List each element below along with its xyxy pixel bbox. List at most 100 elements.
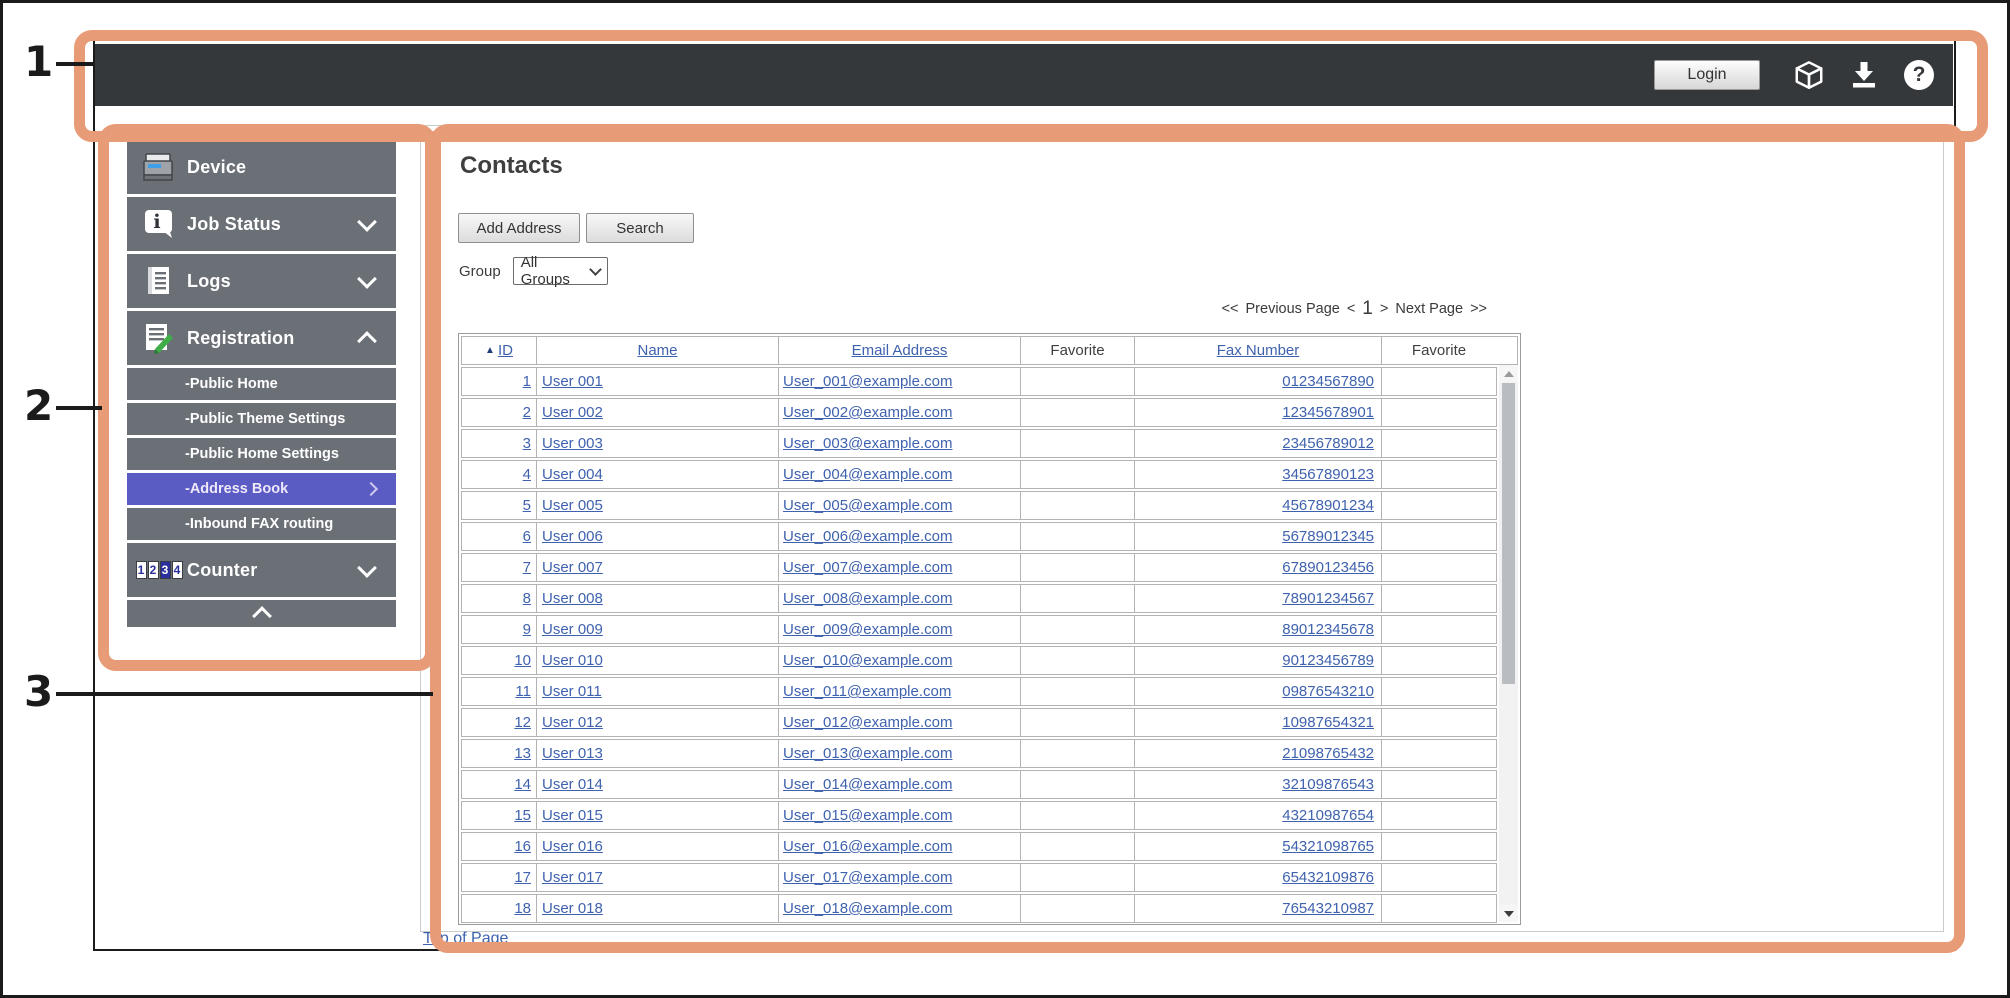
- sidebar-item-public-home-settings[interactable]: -Public Home Settings: [127, 438, 396, 470]
- fax-link[interactable]: 12345678901: [1282, 404, 1374, 421]
- download-icon[interactable]: [1848, 59, 1880, 91]
- login-button[interactable]: Login: [1654, 60, 1760, 90]
- fax-link[interactable]: 54321098765: [1282, 838, 1374, 855]
- sidebar-item-public-theme-settings[interactable]: -Public Theme Settings: [127, 403, 396, 435]
- prev-page-symbol[interactable]: <<: [1222, 301, 1239, 317]
- email-link[interactable]: User_002@example.com: [783, 404, 952, 421]
- sidebar-item-logs[interactable]: Logs: [127, 254, 396, 308]
- fax-link[interactable]: 23456789012: [1282, 435, 1374, 452]
- name-link[interactable]: User 001: [542, 373, 603, 390]
- fax-link[interactable]: 90123456789: [1282, 652, 1374, 669]
- name-link[interactable]: User 016: [542, 838, 603, 855]
- email-link[interactable]: User_009@example.com: [783, 621, 952, 638]
- fax-link[interactable]: 67890123456: [1282, 559, 1374, 576]
- name-link[interactable]: User 002: [542, 404, 603, 421]
- email-link[interactable]: User_007@example.com: [783, 559, 952, 576]
- page-left-symbol[interactable]: <: [1347, 301, 1355, 317]
- fax-link[interactable]: 43210987654: [1282, 807, 1374, 824]
- id-link[interactable]: 12: [514, 714, 531, 731]
- email-link[interactable]: User_004@example.com: [783, 466, 952, 483]
- name-link[interactable]: User 017: [542, 869, 603, 886]
- email-link[interactable]: User_008@example.com: [783, 590, 952, 607]
- email-link[interactable]: User_017@example.com: [783, 869, 952, 886]
- column-header-email[interactable]: Email Address: [779, 337, 1021, 364]
- fax-link[interactable]: 01234567890: [1282, 373, 1374, 390]
- name-link[interactable]: User 011: [542, 683, 602, 700]
- fax-link[interactable]: 32109876543: [1282, 776, 1374, 793]
- id-link[interactable]: 8: [523, 590, 531, 607]
- add-address-button[interactable]: Add Address: [458, 213, 580, 243]
- email-link[interactable]: User_014@example.com: [783, 776, 952, 793]
- email-link[interactable]: User_003@example.com: [783, 435, 952, 452]
- table-scrollbar[interactable]: [1499, 365, 1518, 922]
- top-of-page-link[interactable]: Top of Page: [423, 930, 508, 948]
- sidebar-item-address-book[interactable]: -Address Book: [127, 473, 396, 505]
- scroll-up-button[interactable]: [1499, 365, 1518, 382]
- next-page-symbol[interactable]: >>: [1470, 301, 1487, 317]
- sidebar-item-registration[interactable]: Registration: [127, 311, 396, 365]
- id-link[interactable]: 7: [523, 559, 531, 576]
- fax-link[interactable]: 89012345678: [1282, 621, 1374, 638]
- id-link[interactable]: 9: [523, 621, 531, 638]
- scroll-down-button[interactable]: [1499, 905, 1518, 922]
- id-link[interactable]: 4: [523, 466, 531, 483]
- name-link[interactable]: User 012: [542, 714, 603, 731]
- email-link[interactable]: User_016@example.com: [783, 838, 952, 855]
- email-link[interactable]: User_018@example.com: [783, 900, 952, 917]
- name-link[interactable]: User 006: [542, 528, 603, 545]
- fax-link[interactable]: 56789012345: [1282, 528, 1374, 545]
- fax-link[interactable]: 45678901234: [1282, 497, 1374, 514]
- name-link[interactable]: User 018: [542, 900, 603, 917]
- id-link[interactable]: 5: [523, 497, 531, 514]
- sidebar-collapse-button[interactable]: [127, 600, 396, 627]
- fax-link[interactable]: 21098765432: [1282, 745, 1374, 762]
- cube-icon[interactable]: [1793, 59, 1825, 91]
- id-link[interactable]: 6: [523, 528, 531, 545]
- name-link[interactable]: User 013: [542, 745, 603, 762]
- email-link[interactable]: User_012@example.com: [783, 714, 952, 731]
- fax-link[interactable]: 78901234567: [1282, 590, 1374, 607]
- email-link[interactable]: User_015@example.com: [783, 807, 952, 824]
- email-link[interactable]: User_010@example.com: [783, 652, 952, 669]
- email-link[interactable]: User_006@example.com: [783, 528, 952, 545]
- sidebar-item-device[interactable]: Device: [127, 140, 396, 194]
- id-link[interactable]: 13: [514, 745, 531, 762]
- sidebar-item-inbound-fax-routing[interactable]: -Inbound FAX routing: [127, 508, 396, 540]
- prev-page-link[interactable]: Previous Page: [1246, 301, 1340, 317]
- name-link[interactable]: User 005: [542, 497, 603, 514]
- id-link[interactable]: 17: [514, 869, 531, 886]
- sidebar-item-job-status[interactable]: i Job Status: [127, 197, 396, 251]
- column-header-id-link[interactable]: ID: [498, 342, 513, 359]
- id-link[interactable]: 2: [523, 404, 531, 421]
- next-page-link[interactable]: Next Page: [1395, 301, 1463, 317]
- id-link[interactable]: 15: [514, 807, 531, 824]
- fax-link[interactable]: 34567890123: [1282, 466, 1374, 483]
- email-link[interactable]: User_005@example.com: [783, 497, 952, 514]
- sidebar-item-public-home[interactable]: -Public Home: [127, 368, 396, 400]
- column-header-fax[interactable]: Fax Number: [1135, 337, 1382, 364]
- group-select[interactable]: All Groups: [513, 257, 608, 285]
- fax-link[interactable]: 76543210987: [1282, 900, 1374, 917]
- email-link[interactable]: User_011@example.com: [783, 683, 951, 700]
- name-link[interactable]: User 003: [542, 435, 603, 452]
- fax-link[interactable]: 09876543210: [1282, 683, 1374, 700]
- help-icon[interactable]: ?: [1903, 59, 1935, 91]
- name-link[interactable]: User 014: [542, 776, 603, 793]
- id-link[interactable]: 11: [515, 683, 531, 700]
- id-link[interactable]: 18: [514, 900, 531, 917]
- page-right-symbol[interactable]: >: [1380, 301, 1388, 317]
- id-link[interactable]: 10: [514, 652, 531, 669]
- scrollbar-thumb[interactable]: [1502, 383, 1515, 684]
- name-link[interactable]: User 004: [542, 466, 603, 483]
- column-header-name[interactable]: Name: [537, 337, 779, 364]
- name-link[interactable]: User 007: [542, 559, 603, 576]
- name-link[interactable]: User 008: [542, 590, 603, 607]
- name-link[interactable]: User 010: [542, 652, 603, 669]
- id-link[interactable]: 14: [514, 776, 531, 793]
- search-button[interactable]: Search: [586, 213, 694, 243]
- email-link[interactable]: User_001@example.com: [783, 373, 952, 390]
- id-link[interactable]: 16: [514, 838, 531, 855]
- email-link[interactable]: User_013@example.com: [783, 745, 952, 762]
- sidebar-item-counter[interactable]: 1234 Counter: [127, 543, 396, 597]
- id-link[interactable]: 3: [523, 435, 531, 452]
